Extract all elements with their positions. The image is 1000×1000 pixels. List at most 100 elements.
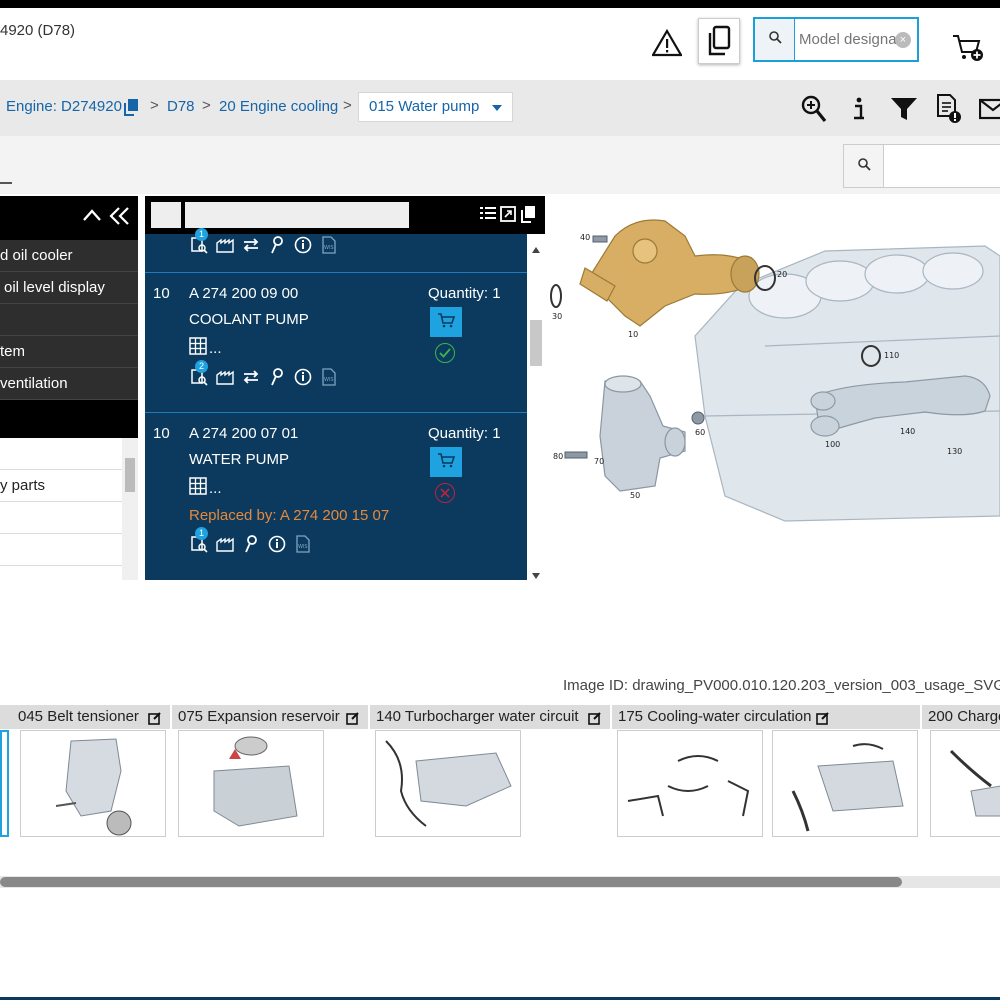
breadcrumb-engine[interactable]: Engine: D274920 — [6, 98, 122, 115]
nav-item[interactable] — [0, 304, 138, 336]
part-name: WATER PUMP — [189, 451, 289, 468]
callout-label: 110 — [884, 351, 899, 360]
info-circle-icon[interactable] — [293, 367, 313, 387]
thumbnail-turbocharger-water-circuit[interactable] — [375, 730, 521, 837]
edit-icon[interactable] — [346, 709, 362, 725]
nav-item[interactable] — [0, 438, 122, 470]
scroll-up-icon[interactable] — [532, 240, 540, 258]
replaced-by-link[interactable]: Replaced by: A 274 200 15 07 — [189, 507, 389, 524]
info-circle-icon[interactable] — [267, 534, 287, 554]
select-all-checkbox[interactable] — [151, 202, 181, 228]
tab-underline — [0, 182, 12, 184]
position-number: 10 — [153, 425, 170, 442]
edit-icon[interactable] — [148, 709, 164, 725]
nav-scrollbar[interactable] — [122, 438, 138, 580]
thumbnail-scrollbar[interactable] — [0, 876, 1000, 888]
document-alert-icon[interactable] — [932, 92, 966, 126]
filter-icon[interactable] — [887, 92, 921, 126]
scroll-down-icon[interactable] — [532, 566, 540, 584]
factory-icon[interactable] — [215, 367, 235, 387]
expand-icon[interactable] — [500, 206, 516, 227]
model-search-input[interactable] — [799, 23, 899, 56]
table-details[interactable]: ... — [189, 337, 222, 360]
document-search-icon[interactable]: 1 — [189, 228, 209, 255]
model-search-box: × — [753, 17, 919, 62]
thumbnail-label[interactable]: 200 Charge — [922, 705, 1000, 729]
swap-icon[interactable] — [241, 367, 261, 387]
nav-item[interactable]: oil level display — [0, 272, 138, 304]
edit-icon[interactable] — [588, 709, 604, 725]
info-circle-icon[interactable] — [293, 235, 313, 255]
cart-add-icon[interactable] — [948, 30, 988, 66]
edit-icon[interactable] — [816, 709, 832, 725]
wis-document-icon[interactable]: WIS — [293, 534, 313, 554]
chevron-up-icon[interactable] — [82, 208, 102, 227]
parts-scrollbar[interactable] — [527, 234, 545, 580]
wis-document-icon[interactable]: WIS — [319, 235, 339, 255]
copy-icon[interactable] — [698, 18, 740, 64]
key-icon[interactable] — [267, 235, 287, 255]
key-icon[interactable] — [267, 367, 287, 387]
thumbnail-selected[interactable] — [0, 730, 9, 837]
table-row[interactable]: 10 A 274 200 09 00 COOLANT PUMP ... Quan… — [145, 273, 527, 413]
document-search-icon[interactable]: 2 — [189, 360, 209, 387]
factory-icon[interactable] — [215, 235, 235, 255]
part-number[interactable]: A 274 200 07 01 — [189, 425, 298, 442]
unavailable-x-icon — [435, 483, 455, 503]
part-number[interactable]: A 274 200 09 00 — [189, 285, 298, 302]
quantity: Quantity: 1 — [428, 425, 501, 442]
nav-item[interactable] — [0, 502, 122, 534]
breadcrumb-separator: > — [150, 97, 159, 114]
thumbnail-charge[interactable] — [930, 730, 1000, 837]
mail-icon[interactable] — [976, 92, 1000, 126]
table-row[interactable]: 10 A 274 200 07 01 WATER PUMP ... Replac… — [145, 413, 527, 580]
clear-search-icon[interactable]: × — [895, 32, 911, 48]
thumbnail-title: 075 Expansion reservoir — [178, 708, 340, 725]
factory-icon[interactable] — [215, 534, 235, 554]
callout-label: 80 — [553, 452, 563, 461]
info-icon[interactable] — [842, 92, 876, 126]
nav-item[interactable] — [0, 534, 122, 566]
scrollbar-thumb[interactable] — [0, 877, 902, 887]
callout-label: 10 — [628, 330, 638, 339]
wis-document-icon[interactable]: WIS — [319, 367, 339, 387]
copy-icon[interactable] — [520, 205, 536, 228]
breadcrumb-d78[interactable]: D78 — [167, 98, 195, 115]
thumbnail-cooling-water-circulation-2[interactable] — [772, 730, 918, 837]
thumbnail-expansion-reservoir[interactable] — [178, 730, 324, 837]
nav-item[interactable]: d oil cooler — [0, 240, 138, 272]
thumbnail-label[interactable]: 140 Turbocharger water circuit — [370, 705, 610, 729]
copy-small-icon[interactable] — [123, 98, 139, 121]
document-search-icon[interactable]: 1 — [189, 527, 209, 554]
thumbnail-label — [0, 705, 12, 729]
nav-item[interactable]: ventilation — [0, 368, 138, 400]
thumbnail-strip: 045 Belt tensioner 075 Expansion reservo… — [0, 705, 1000, 845]
table-details[interactable]: ... — [189, 477, 222, 500]
scrollbar-thumb[interactable] — [125, 458, 135, 492]
collapse-left-icon[interactable] — [109, 206, 131, 231]
thumbnail-label[interactable]: 045 Belt tensioner — [12, 705, 170, 729]
warning-icon[interactable] — [650, 26, 684, 60]
callout-label: 100 — [825, 440, 840, 449]
nav-item[interactable]: tem — [0, 336, 138, 368]
add-to-cart-button[interactable] — [430, 307, 462, 337]
thumbnail-label[interactable]: 075 Expansion reservoir — [172, 705, 368, 729]
thumbnail-label[interactable]: 175 Cooling-water circulation — [612, 705, 920, 729]
search-button[interactable] — [755, 19, 795, 60]
thumbnail-cooling-water-circulation-1[interactable] — [617, 730, 763, 837]
parts-filter-input[interactable] — [185, 202, 409, 228]
table-row[interactable]: 1 WIS — [145, 228, 527, 273]
key-icon[interactable] — [241, 534, 261, 554]
breadcrumb-dropdown[interactable]: 015 Water pump — [358, 92, 513, 122]
swap-icon[interactable] — [241, 235, 261, 255]
thumbnail-belt-tensioner[interactable] — [20, 730, 166, 837]
chevron-down-icon — [491, 93, 502, 121]
zoom-icon[interactable] — [797, 92, 831, 126]
breadcrumb-engine-cooling[interactable]: 20 Engine cooling — [219, 98, 338, 115]
parts-drawing[interactable]: 40 20 30 10 110 60 140 100 130 80 70 50 — [545, 196, 1000, 536]
list-view-icon[interactable] — [480, 206, 496, 227]
nav-item[interactable]: y parts — [0, 470, 122, 502]
add-to-cart-button[interactable] — [430, 447, 462, 477]
scrollbar-thumb[interactable] — [530, 320, 542, 366]
parts-search-button[interactable] — [844, 145, 884, 187]
